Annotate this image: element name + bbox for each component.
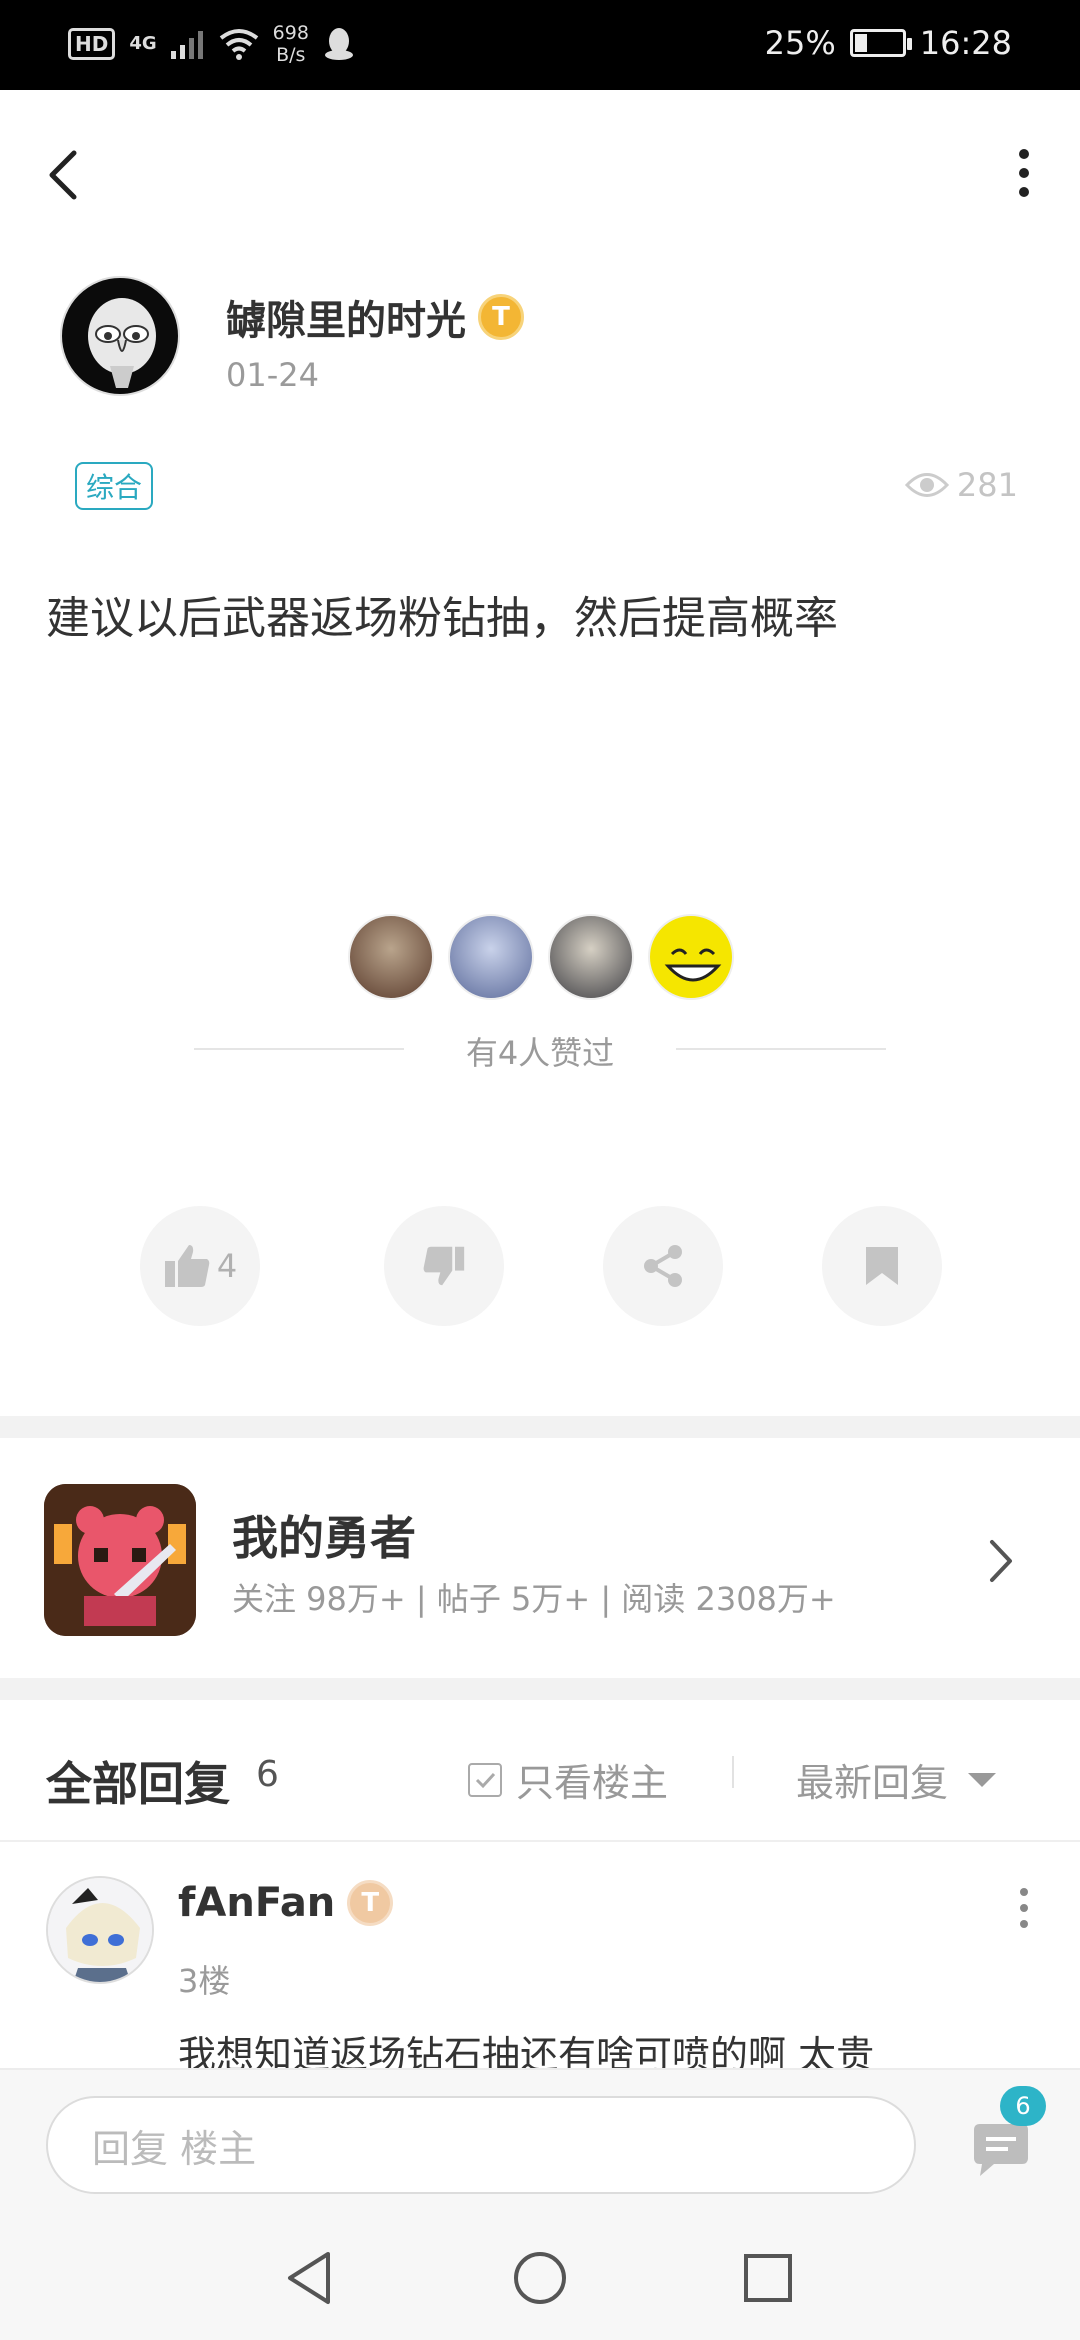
view-count-value: 281 <box>956 466 1018 504</box>
only-op-filter[interactable]: 只看楼主 <box>468 1752 668 1807</box>
reply-author-name[interactable]: fAnFan <box>178 1880 335 1926</box>
post-date: 01-24 <box>226 356 319 394</box>
battery-percent: 25% <box>764 24 836 62</box>
eye-icon <box>904 473 949 497</box>
sort-dropdown[interactable]: 最新回复 <box>796 1752 997 1807</box>
thumbs-down-icon <box>423 1246 465 1286</box>
sort-label[interactable]: 最新回复 <box>796 1752 948 1807</box>
only-op-label[interactable]: 只看楼主 <box>516 1752 668 1807</box>
qq-notification-icon <box>324 28 353 60</box>
divider-line <box>0 1840 1080 1842</box>
dislike-button[interactable] <box>384 1206 504 1326</box>
reply-avatar[interactable] <box>46 1876 154 1984</box>
reply-input[interactable]: 回复 楼主 <box>46 2096 916 2194</box>
view-count: 281 <box>904 466 1018 504</box>
dropdown-arrow-icon <box>968 1772 997 1787</box>
back-arrow-icon[interactable] <box>44 145 84 205</box>
nav-recents-icon[interactable] <box>740 2250 796 2306</box>
author-avatar[interactable] <box>60 276 180 396</box>
liker-avatar[interactable] <box>548 914 634 1000</box>
wifi-icon <box>219 29 258 60</box>
hd-indicator: HD <box>68 28 116 60</box>
battery-icon <box>849 29 912 57</box>
liker-avatar[interactable] <box>648 914 734 1000</box>
network-speed: 698 B/s <box>272 22 309 66</box>
reply-bar: 回复 楼主 <box>0 2068 1080 2216</box>
filter-separator <box>732 1756 734 1788</box>
section-divider <box>0 1678 1080 1700</box>
chevron-right-icon[interactable] <box>986 1536 1016 1586</box>
game-icon[interactable] <box>44 1484 196 1636</box>
reply-floor: 3楼 <box>178 1962 231 2000</box>
more-options-icon[interactable] <box>1004 145 1044 205</box>
liked-by-count: 有4人赞过 <box>465 1034 615 1072</box>
replies-count: 6 <box>256 1754 279 1795</box>
thumbs-up-icon <box>164 1245 210 1287</box>
like-count: 4 <box>216 1247 238 1285</box>
nav-home-icon[interactable] <box>510 2248 570 2308</box>
status-bar: HD 4G 698 B/s 25% 16:28 <box>0 0 1080 90</box>
liker-avatar[interactable] <box>348 914 434 1000</box>
system-nav-bar <box>0 2216 1080 2340</box>
category-tag[interactable]: 综合 <box>75 462 153 510</box>
nav-back-icon[interactable] <box>282 2248 338 2308</box>
only-op-checkbox[interactable] <box>468 1762 502 1797</box>
comments-count-badge: 6 <box>1000 2086 1046 2126</box>
post-body: 建议以后武器返场粉钻抽，然后提高概率 <box>46 593 838 644</box>
bookmark-icon <box>866 1247 898 1285</box>
reply-more-options-icon[interactable] <box>1004 1880 1044 1940</box>
author-level-badge: T <box>478 294 524 340</box>
like-button[interactable]: 4 <box>140 1206 260 1326</box>
liker-avatar[interactable] <box>448 914 534 1000</box>
clock: 16:28 <box>919 24 1012 62</box>
share-icon <box>644 1245 682 1287</box>
author-name-row[interactable]: 罅隙里的时光 T <box>226 288 524 346</box>
game-stats: 关注 98万+ | 帖子 5万+ | 阅读 2308万+ <box>232 1580 836 1618</box>
section-divider <box>0 1416 1080 1438</box>
all-replies-title: 全部回复 <box>46 1757 230 1811</box>
comments-icon[interactable] <box>966 2120 1036 2180</box>
likers-avatars <box>348 914 734 1000</box>
bookmark-button[interactable] <box>822 1206 942 1326</box>
share-button[interactable] <box>603 1206 723 1326</box>
author-name[interactable]: 罅隙里的时光 <box>226 288 466 346</box>
signal-icon <box>170 31 203 59</box>
reply-author-row[interactable]: fAnFan T <box>178 1880 394 1926</box>
game-title[interactable]: 我的勇者 <box>232 1502 416 1568</box>
network-type: 4G <box>129 33 157 54</box>
reply-level-badge: T <box>347 1880 394 1926</box>
